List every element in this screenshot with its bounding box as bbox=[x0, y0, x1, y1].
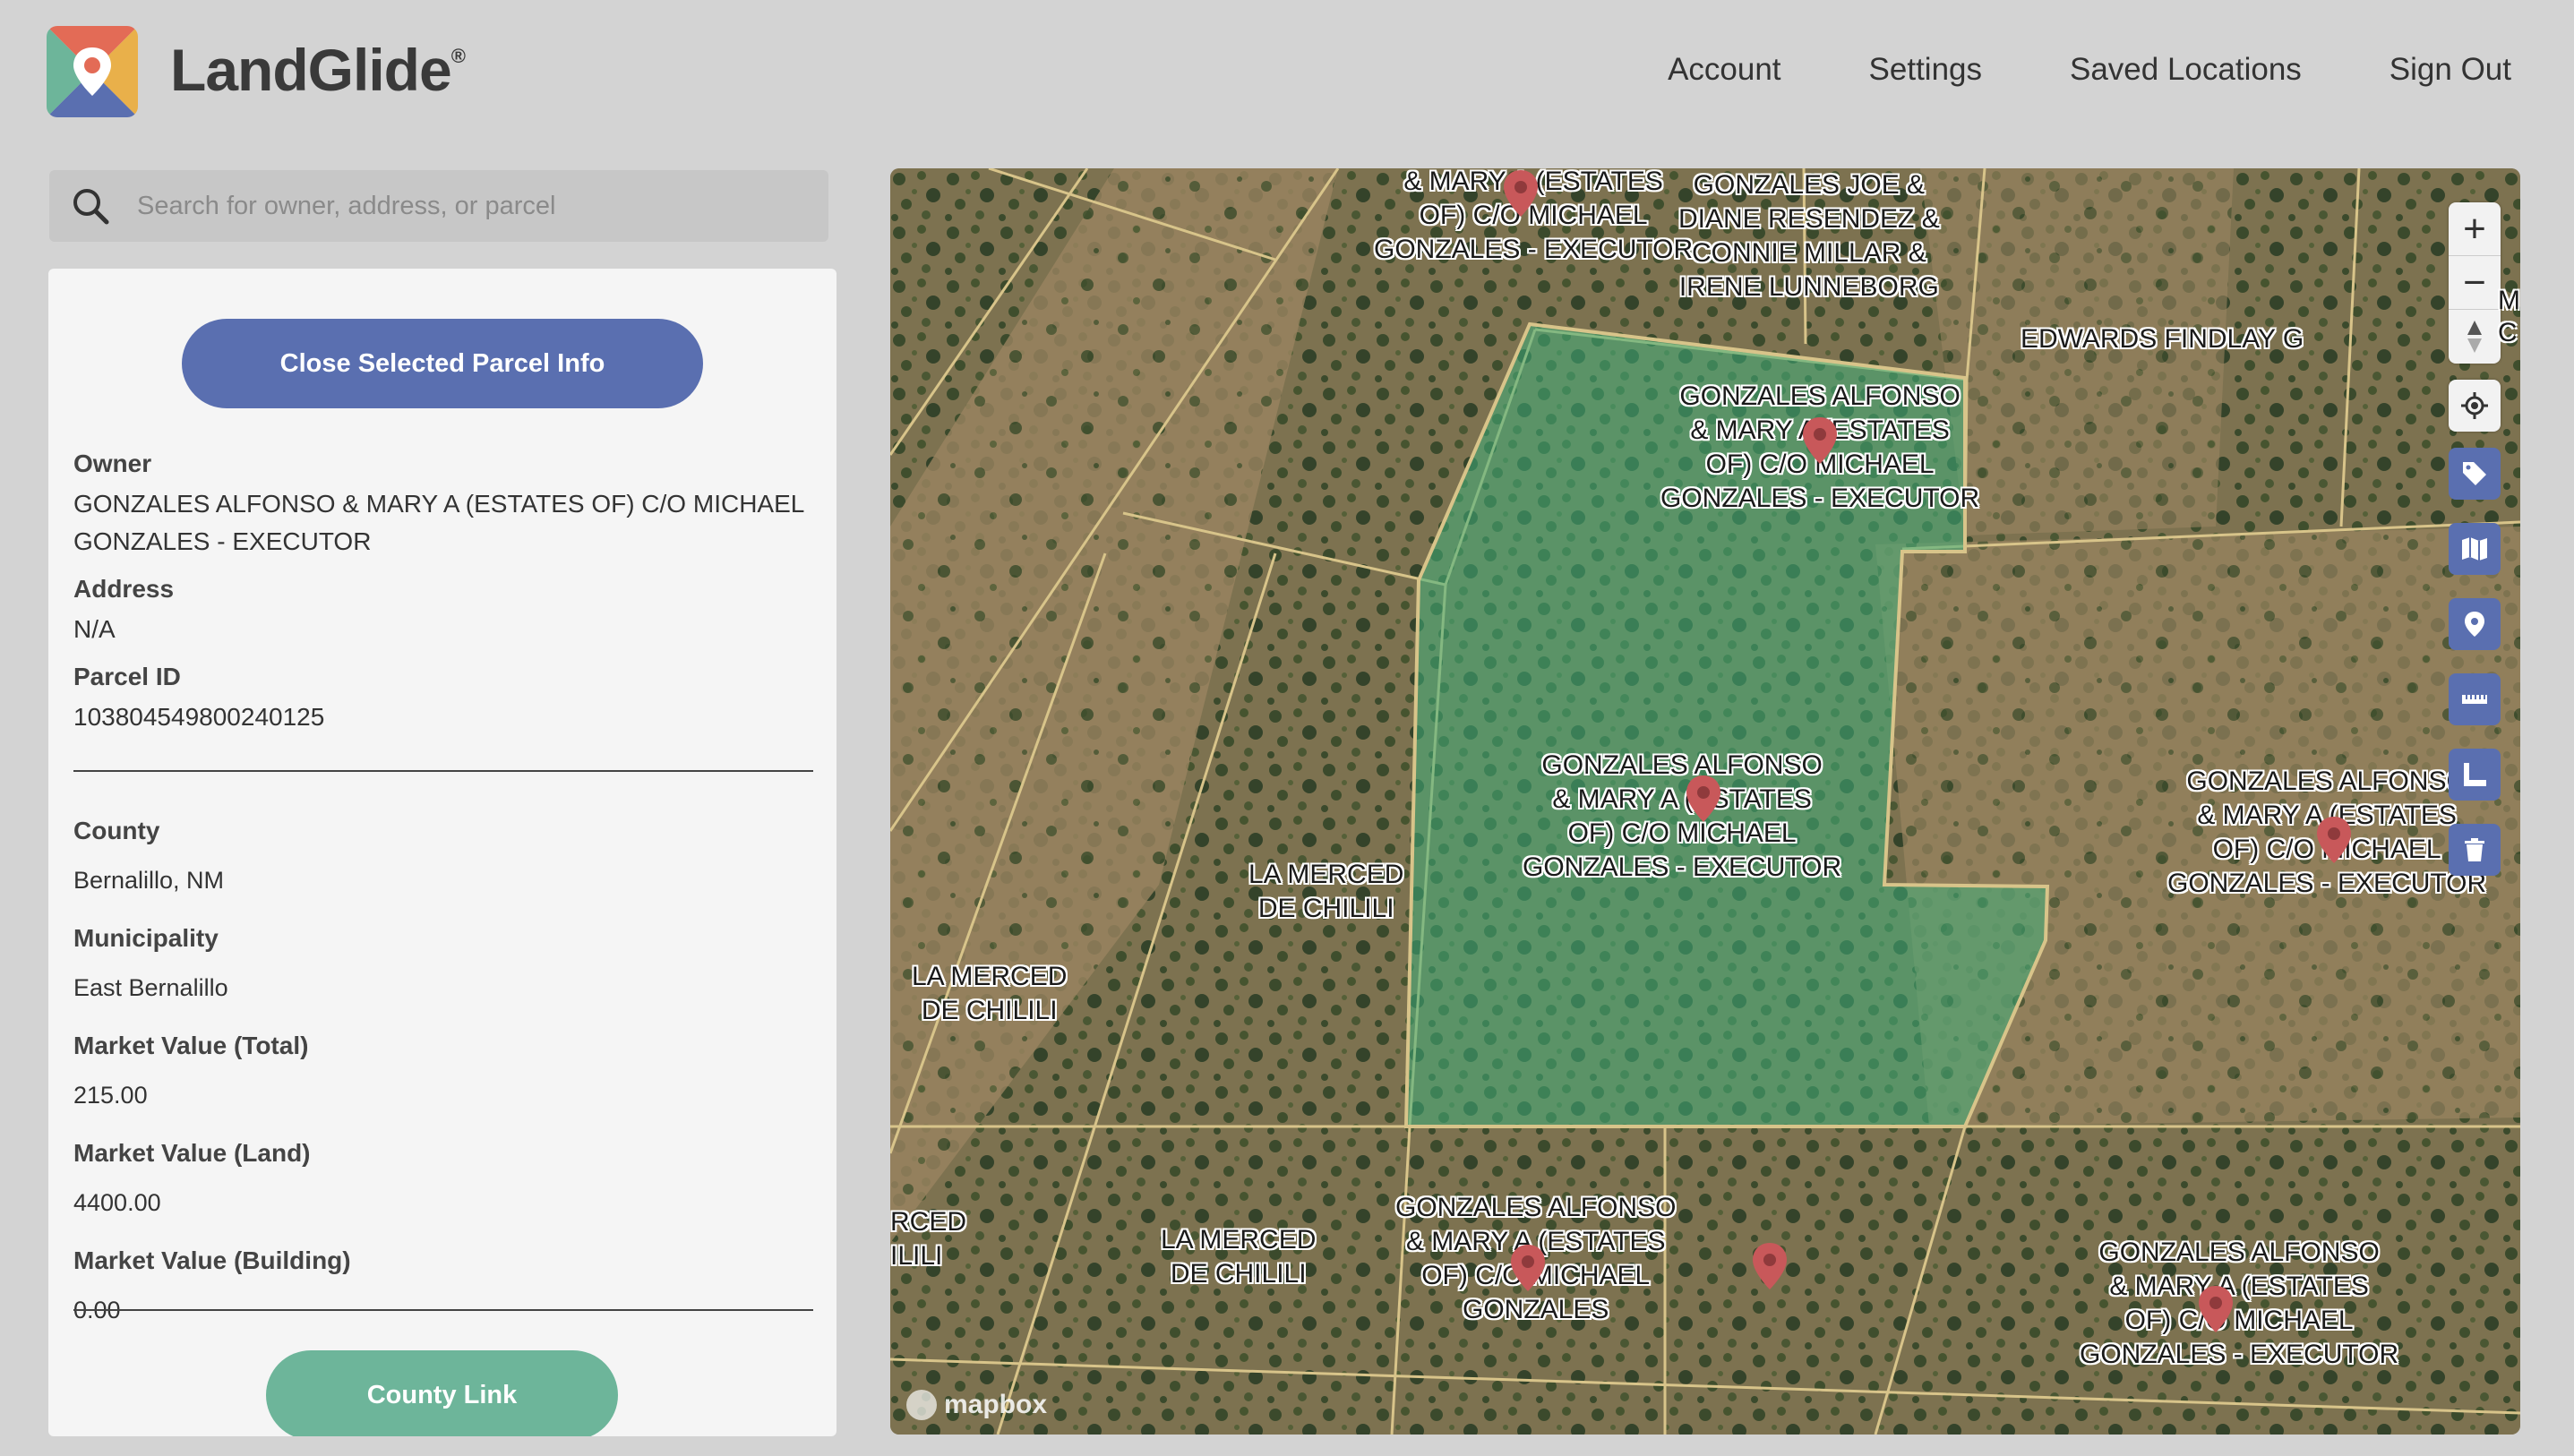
area-ruler-icon bbox=[2464, 763, 2486, 786]
county-value: Bernalillo, NM bbox=[73, 867, 225, 894]
location-pin-icon[interactable] bbox=[2196, 1284, 2235, 1334]
owner-value: GONZALES ALFONSO & MARY A (ESTATES OF) C… bbox=[73, 490, 804, 555]
address-value: N/A bbox=[73, 615, 116, 643]
map-layers-button[interactable] bbox=[2449, 523, 2501, 575]
search-input[interactable] bbox=[137, 191, 818, 221]
zoom-in-button[interactable]: + bbox=[2449, 202, 2501, 256]
parcel-label[interactable]: RCED ILILI bbox=[890, 1205, 966, 1273]
close-parcel-info-button[interactable]: Close Selected Parcel Info bbox=[182, 319, 703, 408]
tag-icon bbox=[2463, 462, 2486, 485]
market-value-land-field: Market Value (Land) 4400.00 bbox=[73, 1139, 817, 1221]
market-value-land-label: Market Value (Land) bbox=[73, 1139, 311, 1167]
parcel-label[interactable]: LA MERCED DE CHILILI bbox=[1161, 1223, 1316, 1291]
parcel-label[interactable]: GONZALES JOE & DIANE RESENDEZ & CONNIE M… bbox=[1678, 168, 1940, 304]
location-pin-icon[interactable] bbox=[2314, 815, 2354, 865]
market-value-total-label: Market Value (Total) bbox=[73, 1032, 309, 1059]
nav-settings[interactable]: Settings bbox=[1869, 52, 1982, 88]
address-field: Address N/A bbox=[73, 575, 817, 648]
delete-button[interactable] bbox=[2449, 824, 2501, 876]
mapbox-logo-icon bbox=[906, 1390, 937, 1420]
parcel-label[interactable]: GONZALES ALFONSO & MARY A (ESTATES OF) C… bbox=[1523, 749, 1841, 885]
parcel-label[interactable]: M C bbox=[2498, 285, 2520, 349]
labels-button[interactable] bbox=[2449, 448, 2501, 500]
search-bar bbox=[49, 170, 828, 242]
municipality-field: Municipality East Bernalillo bbox=[73, 924, 817, 1006]
parcel-map[interactable]: & MARY A (ESTATES OF) C/O MICHAEL GONZAL… bbox=[890, 168, 2520, 1435]
nav-account[interactable]: Account bbox=[1668, 52, 1780, 88]
top-nav: Account Settings Saved Locations Sign Ou… bbox=[1668, 52, 2511, 88]
parcel-id-value: 103804549800240125 bbox=[73, 703, 325, 731]
address-label: Address bbox=[73, 575, 175, 603]
parcel-info-panel: Close Selected Parcel Info Owner GONZALE… bbox=[48, 269, 837, 1436]
market-value-building-label: Market Value (Building) bbox=[73, 1246, 351, 1274]
measure-area-button[interactable] bbox=[2449, 749, 2501, 801]
location-pin-icon[interactable] bbox=[1684, 774, 1723, 824]
market-value-land-value: 4400.00 bbox=[73, 1189, 161, 1216]
compass-button[interactable] bbox=[2449, 310, 2501, 364]
location-pin-icon[interactable] bbox=[1508, 1243, 1548, 1293]
search-icon bbox=[73, 189, 109, 225]
parcel-label[interactable]: LA MERCED DE CHILILI bbox=[912, 960, 1067, 1028]
market-value-total-value: 215.00 bbox=[73, 1082, 148, 1109]
map-pin-icon bbox=[2465, 612, 2484, 637]
parcel-id-field: Parcel ID 103804549800240125 bbox=[73, 663, 817, 736]
location-pin-icon[interactable] bbox=[1750, 1241, 1789, 1291]
parcel-label[interactable]: LA MERCED DE CHILILI bbox=[1248, 858, 1403, 926]
county-link-button[interactable]: County Link bbox=[266, 1350, 618, 1436]
crosshair-icon bbox=[2461, 392, 2488, 419]
landglide-logo-icon[interactable] bbox=[47, 26, 138, 117]
drop-pin-button[interactable] bbox=[2449, 598, 2501, 650]
divider bbox=[73, 770, 813, 772]
trash-icon bbox=[2465, 838, 2484, 861]
ruler-icon bbox=[2462, 695, 2487, 704]
municipality-value: East Bernalillo bbox=[73, 974, 228, 1001]
market-value-total-field: Market Value (Total) 215.00 bbox=[73, 1032, 817, 1114]
zoom-controls: + − bbox=[2449, 202, 2501, 364]
market-value-building-field: Market Value (Building) 0.00 bbox=[73, 1246, 817, 1329]
nav-sign-out[interactable]: Sign Out bbox=[2390, 52, 2511, 88]
parcel-label[interactable]: GONZALES ALFONSO & MARY A (ESTATES OF) C… bbox=[2080, 1236, 2398, 1372]
nav-saved-locations[interactable]: Saved Locations bbox=[2070, 52, 2302, 88]
map-icon bbox=[2462, 537, 2487, 561]
geolocate-button[interactable] bbox=[2449, 380, 2501, 432]
owner-label: Owner bbox=[73, 450, 152, 477]
municipality-label: Municipality bbox=[73, 924, 219, 952]
compass-icon bbox=[2467, 321, 2482, 353]
measure-distance-button[interactable] bbox=[2449, 673, 2501, 725]
parcel-label[interactable]: EDWARDS FINDLAY G bbox=[2021, 322, 2304, 356]
zoom-out-button[interactable]: − bbox=[2449, 256, 2501, 310]
brand-name: LandGlide® bbox=[170, 37, 466, 103]
parcel-id-label: Parcel ID bbox=[73, 663, 181, 690]
divider bbox=[73, 1309, 813, 1311]
county-field: County Bernalillo, NM bbox=[73, 817, 817, 899]
county-label: County bbox=[73, 817, 160, 844]
owner-field: Owner GONZALES ALFONSO & MARY A (ESTATES… bbox=[73, 450, 817, 561]
mapbox-attribution[interactable]: mapbox bbox=[906, 1390, 1047, 1420]
location-pin-icon[interactable] bbox=[1501, 168, 1540, 218]
location-pin-icon[interactable] bbox=[1800, 415, 1840, 466]
